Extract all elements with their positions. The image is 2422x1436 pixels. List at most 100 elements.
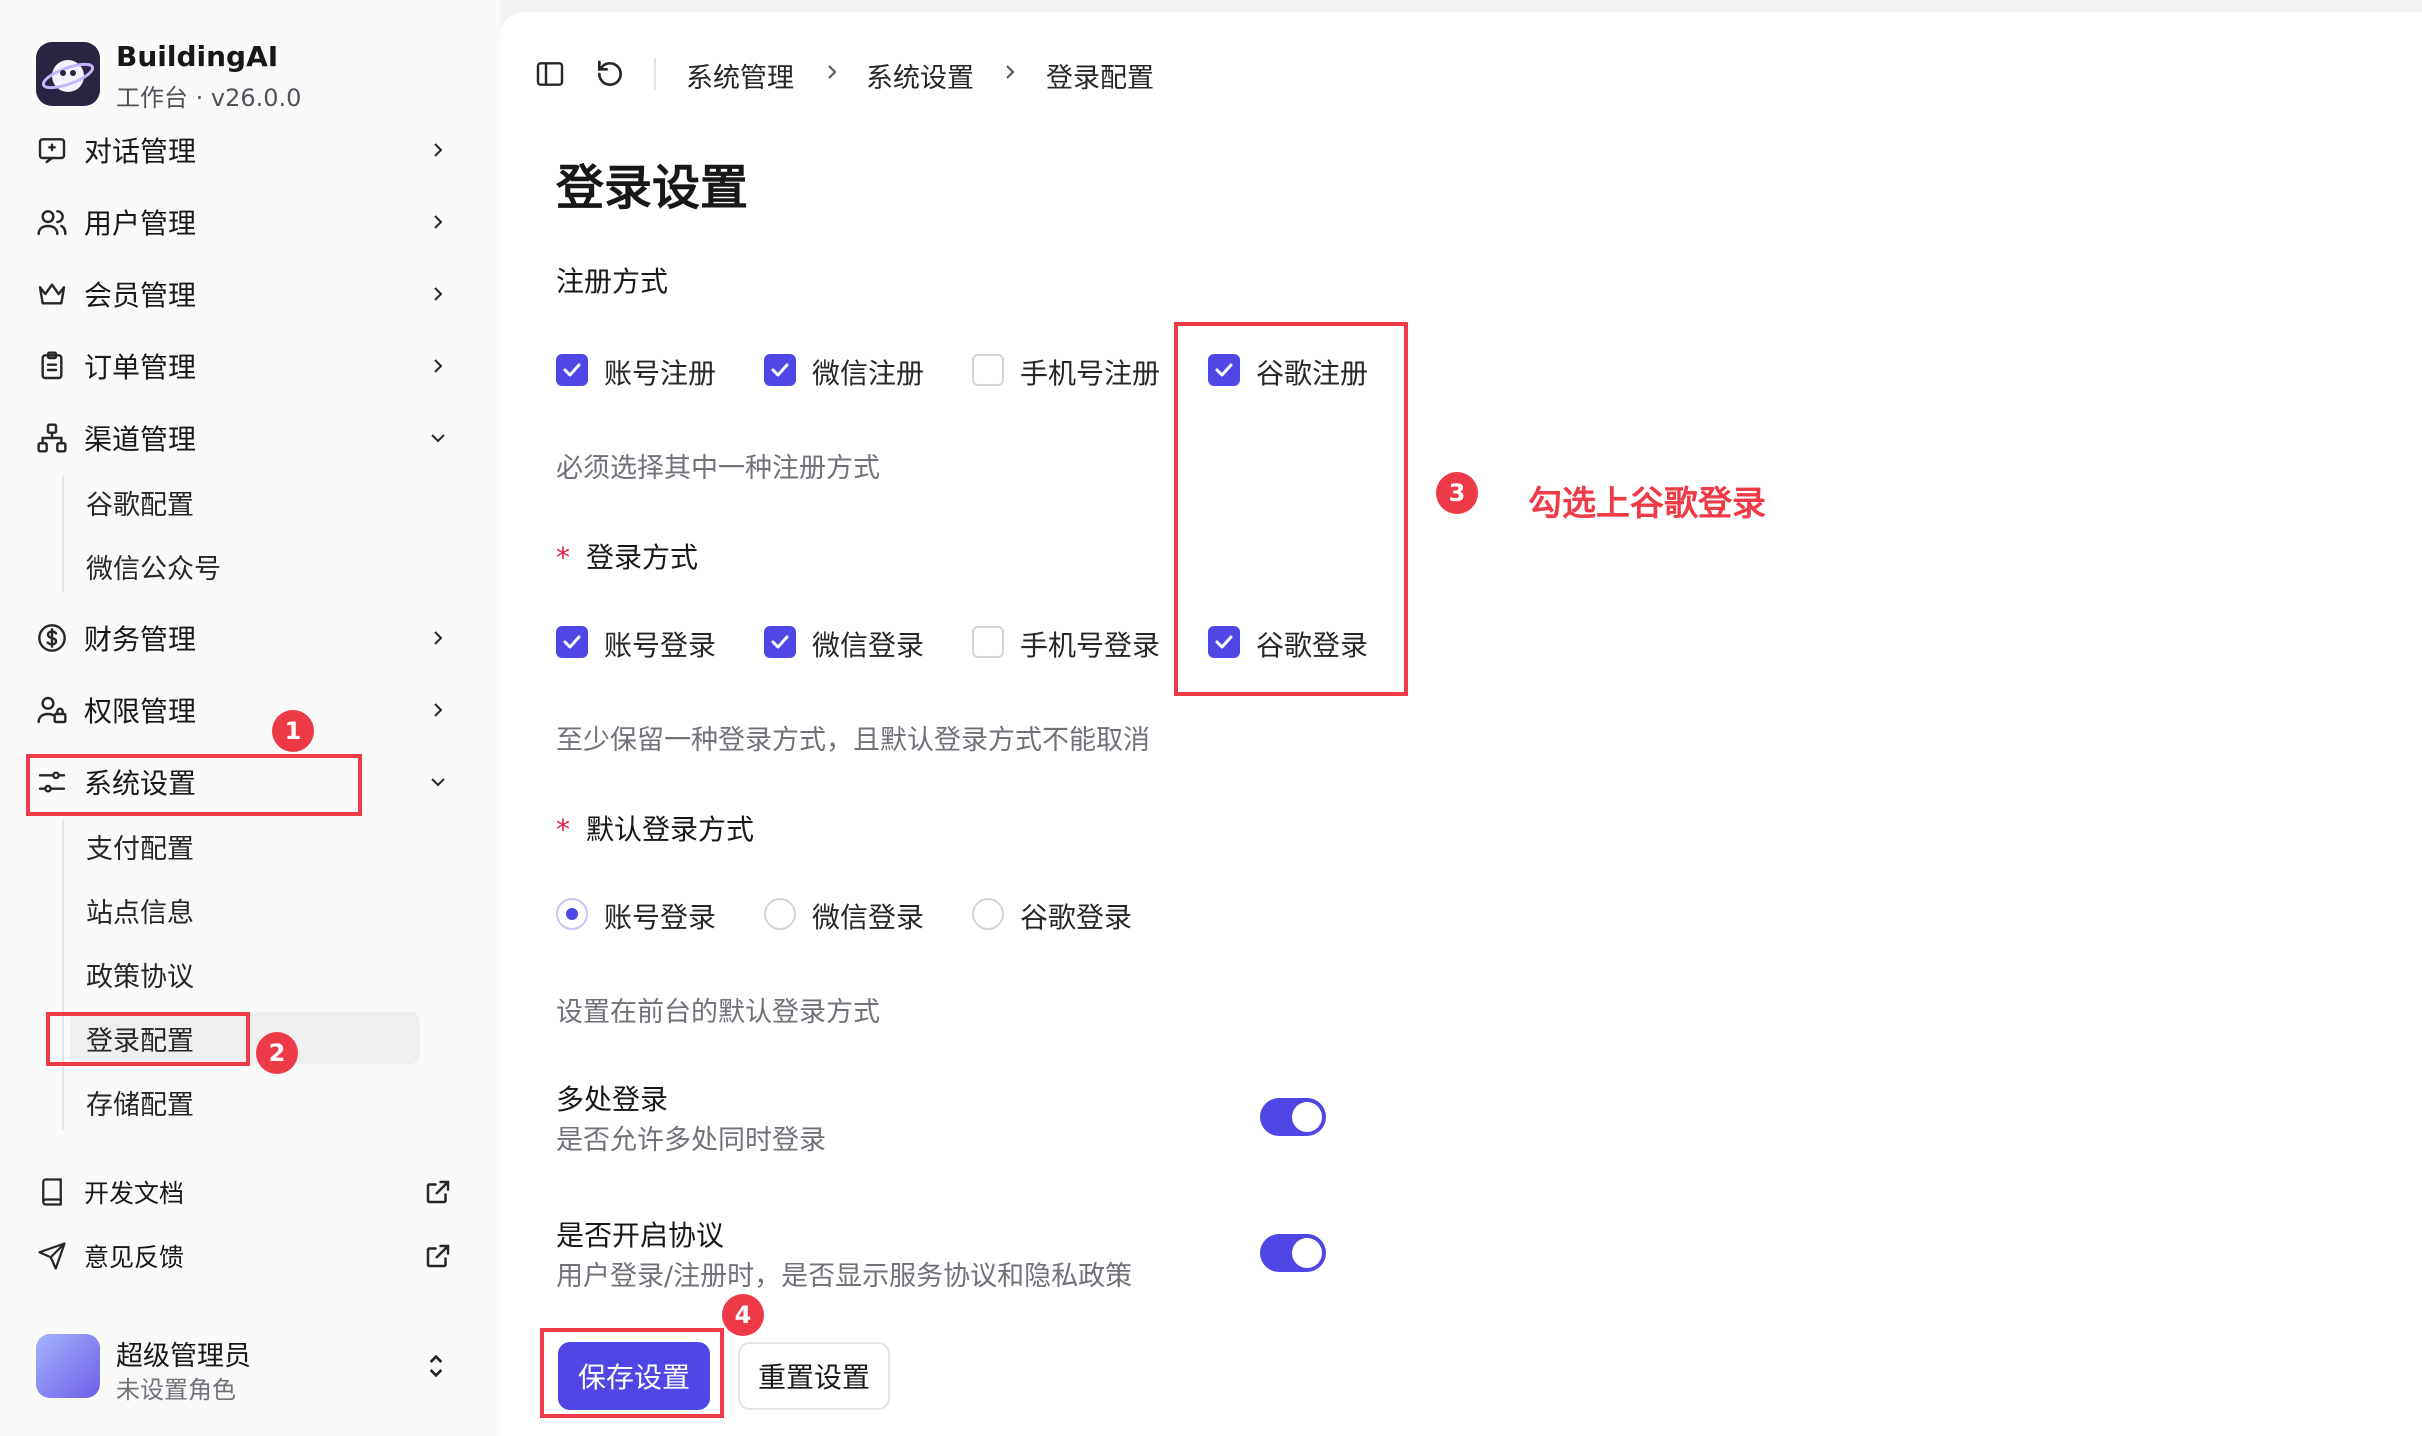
sidebar-item-members[interactable]: 会员管理 (26, 266, 460, 322)
annotation-box-3 (1174, 322, 1408, 696)
checkbox-label: 微信注册 (812, 357, 925, 390)
chevron-down-icon (422, 766, 454, 798)
user-name: 超级管理员 (116, 1341, 251, 1372)
sidebar-subitem-payment[interactable]: 支付配置 (70, 820, 420, 872)
check-icon (771, 363, 789, 377)
radio-label: 账号登录 (604, 901, 717, 934)
agreement-label: 是否开启协议 (556, 1219, 725, 1252)
login-hint: 至少保留一种登录方式，且默认登录方式不能取消 (556, 725, 1150, 756)
sidebar-toggle-icon[interactable] (534, 58, 566, 90)
brand-name: BuildingAI (116, 40, 279, 73)
crown-icon (30, 272, 74, 316)
users-icon (30, 200, 74, 244)
avatar[interactable] (36, 1334, 100, 1398)
chevron-right-icon (422, 350, 454, 382)
toggle-knob (1292, 1102, 1322, 1132)
clipboard-icon (30, 344, 74, 388)
sidebar-item-label: 对话管理 (84, 135, 197, 168)
checkbox-label: 账号登录 (604, 629, 717, 662)
agreement-desc: 用户登录/注册时，是否显示服务协议和隐私政策 (556, 1261, 1133, 1292)
default-login-label: * 默认登录方式 (556, 808, 754, 848)
brand-version: 工作台 · v26.0.0 (116, 84, 302, 112)
sidebar-subitem-wechat-official[interactable]: 微信公众号 (70, 540, 420, 592)
checkbox-phone-register[interactable] (972, 354, 1004, 386)
checkbox-label: 手机号注册 (1020, 357, 1161, 390)
annotation-note: 勾选上谷歌登录 (1528, 484, 1766, 524)
breadcrumb-current: 登录配置 (1046, 63, 1154, 94)
chevron-right-icon (422, 278, 454, 310)
breadcrumb-item[interactable]: 系统管理 (686, 56, 794, 95)
sidebar-item-chat[interactable]: 对话管理 (26, 122, 460, 178)
sidebar-link-label: 意见反馈 (84, 1243, 185, 1272)
toolbar-divider (654, 58, 656, 90)
breadcrumb-item[interactable]: 系统设置 (866, 56, 974, 95)
radio-account-login[interactable] (556, 898, 588, 930)
chevron-right-icon (998, 60, 1022, 84)
sidebar-item-label: 渠道管理 (84, 423, 197, 456)
chevron-right-icon (422, 206, 454, 238)
refresh-icon[interactable] (594, 58, 626, 90)
register-hint: 必须选择其中一种注册方式 (556, 453, 880, 484)
checkbox-label: 手机号登录 (1020, 629, 1161, 662)
checkbox-account-login[interactable] (556, 626, 588, 658)
sidebar-item-label: 用户管理 (84, 207, 197, 240)
submenu-divider (62, 820, 64, 1130)
submenu-divider (62, 476, 64, 592)
sidebar-link-feedback[interactable]: 意见反馈 (26, 1228, 460, 1284)
checkbox-wechat-register[interactable] (764, 354, 796, 386)
sidebar-item-channels[interactable]: 渠道管理 (26, 410, 460, 466)
sidebar-subitem-storage[interactable]: 存储配置 (70, 1076, 420, 1128)
chevron-right-icon (820, 60, 844, 84)
chevron-down-icon (422, 422, 454, 454)
brand-logo[interactable] (36, 42, 100, 106)
default-login-label-text: 默认登录方式 (586, 813, 755, 846)
checkbox-phone-login[interactable] (972, 626, 1004, 658)
multi-login-toggle[interactable] (1260, 1098, 1326, 1136)
sidebar-item-finance[interactable]: 财务管理 (26, 610, 460, 666)
radio-google-login[interactable] (972, 898, 1004, 930)
login-label-text: 登录方式 (586, 541, 699, 574)
chevron-right-icon (422, 134, 454, 166)
sidebar-item-orders[interactable]: 订单管理 (26, 338, 460, 394)
checkbox-wechat-login[interactable] (764, 626, 796, 658)
annotation-box-1 (26, 754, 362, 816)
multi-login-desc: 是否允许多处同时登录 (556, 1125, 826, 1156)
chevron-right-icon (422, 694, 454, 726)
required-mark: * (556, 813, 570, 846)
default-login-hint: 设置在前台的默认登录方式 (556, 997, 880, 1028)
sidebar-subitem-site-info[interactable]: 站点信息 (70, 884, 420, 936)
sidebar-item-label: 订单管理 (84, 351, 197, 384)
annotation-badge-3: 3 (1436, 472, 1478, 514)
page-title: 登录设置 (556, 160, 749, 216)
sidebar-subitem-google-config[interactable]: 谷歌配置 (70, 476, 420, 528)
sidebar: BuildingAI 工作台 · v26.0.0 对话管理 用户管理 会员管理 … (0, 0, 500, 1436)
reset-button[interactable]: 重置设置 (738, 1342, 890, 1410)
sidebar-item-label: 会员管理 (84, 279, 197, 312)
dollar-icon (30, 616, 74, 660)
sidebar-subitem-policy[interactable]: 政策协议 (70, 948, 420, 1000)
toggle-knob (1292, 1238, 1322, 1268)
annotation-box-2 (46, 1012, 250, 1066)
sidebar-item-label: 财务管理 (84, 623, 197, 656)
chat-icon (30, 128, 74, 172)
radio-label: 谷歌登录 (1020, 901, 1133, 934)
check-icon (563, 363, 581, 377)
sidebar-item-permissions[interactable]: 权限管理 (26, 682, 460, 738)
annotation-box-4 (540, 1328, 724, 1418)
radio-wechat-login[interactable] (764, 898, 796, 930)
sidebar-item-users[interactable]: 用户管理 (26, 194, 460, 250)
check-icon (771, 635, 789, 649)
send-icon (30, 1234, 74, 1278)
radio-label: 微信登录 (812, 901, 925, 934)
agreement-toggle[interactable] (1260, 1234, 1326, 1272)
chevron-right-icon (422, 622, 454, 654)
chevron-up-down-icon[interactable] (420, 1350, 452, 1382)
sidebar-link-docs[interactable]: 开发文档 (26, 1164, 460, 1220)
user-role: 未设置角色 (116, 1376, 236, 1404)
user-lock-icon (30, 688, 74, 732)
multi-login-label: 多处登录 (556, 1083, 669, 1116)
checkbox-label: 微信登录 (812, 629, 925, 662)
sidebar-link-label: 开发文档 (84, 1179, 185, 1208)
checkbox-account-register[interactable] (556, 354, 588, 386)
book-icon (30, 1170, 74, 1214)
